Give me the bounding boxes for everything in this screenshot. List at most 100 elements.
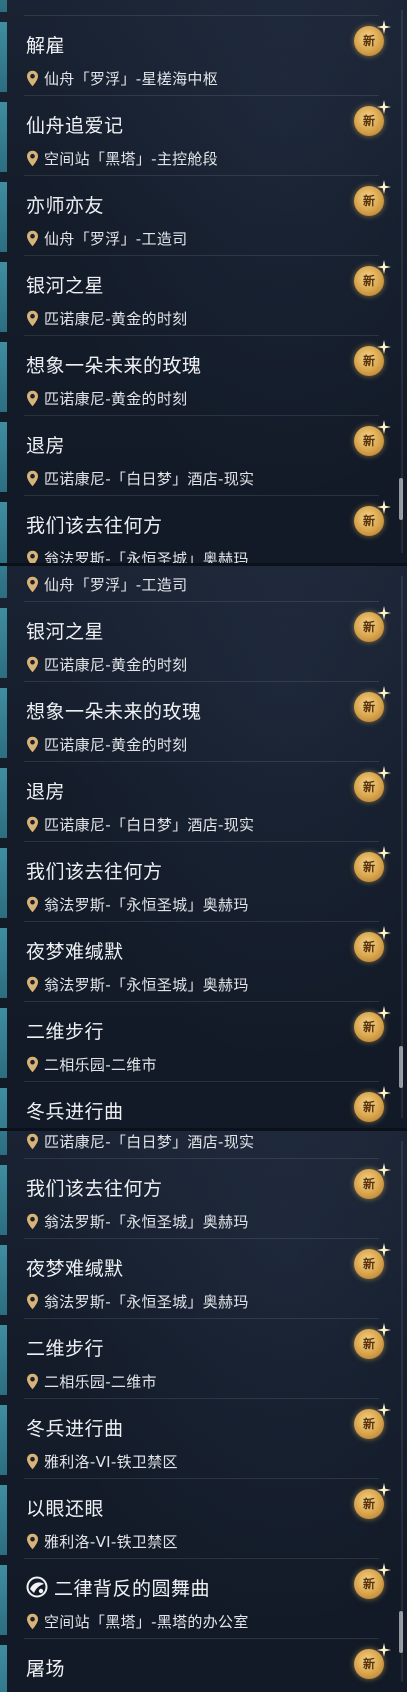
mission-title: 夜梦难缄默 — [26, 1257, 124, 1280]
sparkle-icon — [377, 1643, 391, 1657]
mission-row[interactable]: 我们该去往何方 翁法罗斯-「永恒圣城」奥赫玛 新 — [0, 496, 407, 563]
sparkle-icon — [377, 20, 391, 34]
sparkle-icon — [377, 1086, 391, 1100]
map-pin-icon — [27, 550, 38, 563]
special-quest-icon — [26, 1576, 48, 1598]
mission-row[interactable]: 仙舟追爱记 空间站「黑塔」-主控舱段 新 — [0, 96, 407, 176]
new-badge-label: 新 — [362, 1177, 375, 1191]
new-badge-label: 新 — [362, 194, 375, 208]
map-pin-icon — [27, 390, 38, 406]
new-badge-label: 新 — [362, 1100, 375, 1114]
mission-location: 匹诺康尼-「白日梦」酒店-现实 — [44, 469, 255, 488]
mission-location-line: 仙舟「罗浮」-星槎海中枢 — [26, 68, 218, 88]
new-badge-label: 新 — [362, 1337, 375, 1351]
mission-location: 雅利洛-VI-铁卫禁区 — [44, 1452, 178, 1471]
map-pin-icon — [27, 70, 38, 86]
row-accent-bar — [0, 182, 7, 252]
mission-location: 匹诺康尼-黄金的时刻 — [44, 655, 188, 674]
row-accent-bar — [0, 262, 7, 332]
new-badge-label: 新 — [362, 1020, 375, 1034]
new-badge-label: 新 — [362, 860, 375, 874]
map-pin-icon — [27, 470, 38, 486]
mission-row[interactable]: 夜梦难缄默 翁法罗斯-「永恒圣城」奥赫玛 新 — [0, 1239, 407, 1319]
mission-row[interactable]: 二维步行 二相乐园-二维市 新 — [0, 1002, 407, 1082]
mission-row[interactable]: 二维步行 二相乐园-二维市 新 — [0, 1319, 407, 1399]
sparkle-icon — [377, 500, 391, 514]
mission-row[interactable]: 亦师亦友 仙舟「罗浮」-工造司 新 — [0, 566, 407, 602]
new-badge-label: 新 — [362, 700, 375, 714]
mission-title: 以眼还眼 — [26, 1497, 105, 1520]
scrollbar-thumb[interactable] — [399, 1611, 403, 1653]
row-accent-bar — [0, 1645, 7, 1692]
new-badge-icon: 新 — [353, 1243, 391, 1280]
new-badge-icon: 新 — [353, 1323, 391, 1360]
mission-location: 仙舟「罗浮」-工造司 — [44, 229, 188, 248]
mission-row[interactable]: 我们该去往何方 翁法罗斯-「永恒圣城」奥赫玛 新 — [0, 1159, 407, 1239]
mission-location-line: 匹诺康尼-黄金的时刻 — [26, 654, 187, 674]
mission-row[interactable]: 冬兵进行曲 雅利洛-VI-铁卫禁区 新 — [0, 1399, 407, 1479]
mission-location: 翁法罗斯-「永恒圣城」奥赫玛 — [44, 1292, 249, 1311]
map-pin-icon — [27, 656, 38, 672]
mission-row[interactable]: 退房 匹诺康尼-「白日梦」酒店-现实 新 — [0, 762, 407, 842]
mission-list-panel-3[interactable]: 退房 匹诺康尼-「白日梦」酒店-现实 新 我们该去往何方 翁法罗斯-「永 — [0, 1131, 407, 1692]
mission-title-line: 解雇 — [26, 29, 65, 59]
new-badge-icon: 新 — [353, 1163, 391, 1200]
mission-row[interactable]: 我们该去往何方 翁法罗斯-「永恒圣城」奥赫玛 新 — [0, 842, 407, 922]
row-accent-bar — [0, 1131, 7, 1155]
sparkle-icon — [377, 340, 391, 354]
mission-title-line: 我们该去往何方 — [26, 1172, 163, 1202]
map-pin-icon — [27, 816, 38, 832]
sparkle-icon — [377, 100, 391, 114]
mission-row[interactable]: 银河之星 匹诺康尼-黄金的时刻 新 — [0, 602, 407, 682]
mission-title: 银河之星 — [26, 274, 105, 297]
mission-location-line: 雅利洛-VI-铁卫禁区 — [26, 1451, 178, 1471]
map-pin-icon — [27, 896, 38, 912]
mission-row[interactable]: 解雇 仙舟「罗浮」-星槎海中枢 新 — [0, 16, 407, 96]
mission-location: 翁法罗斯-「永恒圣城」奥赫玛 — [44, 549, 249, 564]
row-accent-bar — [0, 1088, 7, 1128]
mission-location-line: 空间站「黑塔」-黑塔的办公室 — [26, 1611, 249, 1631]
mission-row[interactable]: 夜梦难缄默 翁法罗斯-「永恒圣城」奥赫玛 新 — [0, 922, 407, 1002]
mission-row[interactable]: 退房 匹诺康尼-「白日梦」酒店-现实 新 — [0, 416, 407, 496]
row-accent-bar — [0, 688, 7, 758]
row-accent-bar — [0, 768, 7, 838]
mission-location-line: 匹诺康尼-「白日梦」酒店-现实 — [26, 468, 254, 488]
mission-title-line: 二律背反的圆舞曲 — [26, 1572, 210, 1602]
sparkle-icon — [377, 1163, 391, 1177]
mission-row[interactable]: 二律背反的圆舞曲 空间站「黑塔」-黑塔的办公室 新 — [0, 1559, 407, 1639]
sparkle-icon — [377, 1563, 391, 1577]
map-pin-icon — [27, 1056, 38, 1072]
new-badge-icon: 新 — [353, 1006, 391, 1043]
mission-title-line: 夜梦难缄默 — [26, 935, 124, 965]
mission-location: 匹诺康尼-黄金的时刻 — [44, 389, 188, 408]
new-badge-icon: 新 — [353, 500, 391, 537]
mission-row[interactable]: 亦师亦友 仙舟「罗浮」-工造司 新 — [0, 176, 407, 256]
mission-title: 退房 — [26, 780, 66, 803]
new-badge-icon: 新 — [353, 1563, 391, 1600]
mission-title: 想象一朵未来的玫瑰 — [26, 700, 202, 723]
mission-row[interactable]: 新 — [0, 0, 407, 16]
row-accent-bar — [0, 1485, 7, 1555]
mission-row[interactable]: 想象一朵未来的玫瑰 匹诺康尼-黄金的时刻 新 — [0, 682, 407, 762]
scrollbar-thumb[interactable] — [399, 478, 403, 520]
mission-location: 匹诺康尼-「白日梦」酒店-现实 — [44, 1132, 255, 1151]
mission-row[interactable]: 想象一朵未来的玫瑰 匹诺康尼-黄金的时刻 新 — [0, 336, 407, 416]
map-pin-icon — [27, 1213, 38, 1229]
mission-title: 解雇 — [26, 34, 66, 57]
new-badge-label: 新 — [362, 940, 375, 954]
mission-title-line: 二维步行 — [26, 1015, 104, 1045]
mission-location-line: 翁法罗斯-「永恒圣城」奥赫玛 — [26, 1211, 249, 1231]
mission-row[interactable]: 屠场 新 — [0, 1639, 407, 1692]
mission-list-panel-2[interactable]: 亦师亦友 仙舟「罗浮」-工造司 新 银河之星 匹诺康尼-黄金的时刻 — [0, 566, 407, 1128]
mission-row[interactable]: 银河之星 匹诺康尼-黄金的时刻 新 — [0, 256, 407, 336]
row-accent-bar — [0, 0, 7, 12]
mission-row[interactable]: 退房 匹诺康尼-「白日梦」酒店-现实 新 — [0, 1131, 407, 1159]
new-badge-icon: 新 — [353, 846, 391, 883]
mission-list-panel-1[interactable]: 新 解雇 仙舟「罗浮」-星槎海中枢 新 仙舟追爱记 — [0, 0, 407, 563]
new-badge-label: 新 — [362, 1577, 375, 1591]
mission-row[interactable]: 以眼还眼 雅利洛-VI-铁卫禁区 新 — [0, 1479, 407, 1559]
scrollbar-thumb[interactable] — [399, 1046, 403, 1088]
mission-title: 二维步行 — [26, 1337, 105, 1360]
mission-row[interactable]: 冬兵进行曲 新 — [0, 1082, 407, 1128]
new-badge-icon: 新 — [353, 686, 391, 723]
